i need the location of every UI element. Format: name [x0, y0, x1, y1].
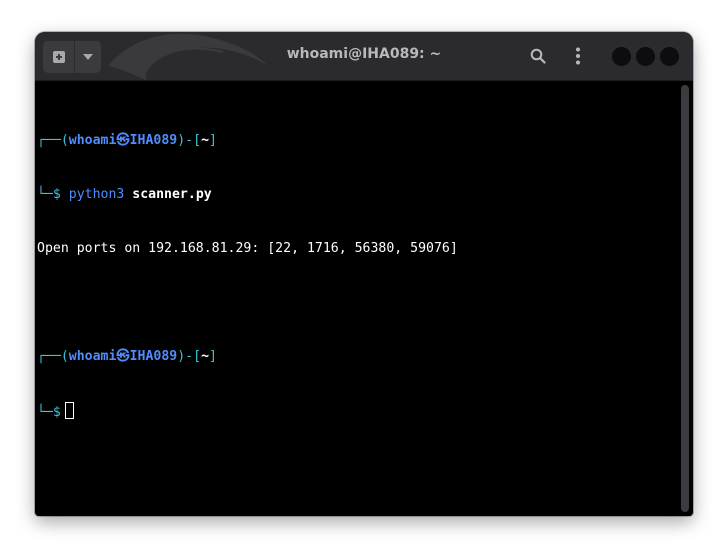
command-argument: scanner.py — [132, 187, 212, 202]
prompt-user: whoami — [68, 133, 117, 148]
search-icon — [530, 48, 546, 64]
prompt-frame: ] — [209, 349, 217, 364]
search-button[interactable] — [526, 44, 550, 68]
maximize-button[interactable] — [636, 47, 655, 66]
prompt-at: ㉿ — [116, 133, 130, 148]
prompt-line-2: ┌──(whoami㉿IHA089)-[~] — [37, 348, 458, 366]
prompt-user: whoami — [68, 349, 117, 364]
prompt-line-1: ┌──(whoami㉿IHA089)-[~] — [37, 132, 458, 150]
command-line-1: └─$ python3 scanner.py — [37, 186, 458, 204]
prompt-frame: )-[ — [177, 133, 202, 148]
kebab-menu-icon — [576, 47, 580, 65]
prompt-frame: )-[ — [177, 349, 202, 364]
prompt-frame: ] — [209, 133, 217, 148]
prompt-dir: ~ — [201, 349, 210, 364]
prompt-host: IHA089 — [129, 349, 178, 364]
prompt-at: ㉿ — [116, 349, 130, 364]
command-line-2: └─$ — [37, 402, 458, 420]
prompt-host: IHA089 — [129, 133, 178, 148]
terminal-cursor — [64, 402, 74, 419]
main-menu-button[interactable] — [566, 44, 590, 68]
window-title: whoami@IHA089: ~ — [286, 46, 442, 62]
prompt-frame: ┌──( — [37, 133, 69, 148]
command-name: python3 — [68, 187, 125, 202]
scrollbar[interactable] — [681, 85, 689, 512]
prompt-frame-bottom: └─$ — [37, 187, 69, 202]
output-line: Open ports on 192.168.81.29: [22, 1716, … — [37, 241, 458, 256]
terminal-area[interactable]: ┌──(whoami㉿IHA089)-[~] └─$ python3 scann… — [35, 81, 693, 516]
prompt-frame-bottom: └─$ — [37, 405, 61, 420]
prompt-frame: ┌──( — [37, 349, 69, 364]
titlebar[interactable]: whoami@IHA089: ~ — [35, 32, 693, 81]
terminal-window: whoami@IHA089: ~ ┌──(whoami㉿IHA089)-[~] … — [35, 32, 693, 516]
minimize-button[interactable] — [612, 47, 631, 66]
close-button[interactable] — [660, 47, 679, 66]
prompt-dir: ~ — [201, 133, 210, 148]
terminal-output: ┌──(whoami㉿IHA089)-[~] └─$ python3 scann… — [37, 96, 458, 456]
